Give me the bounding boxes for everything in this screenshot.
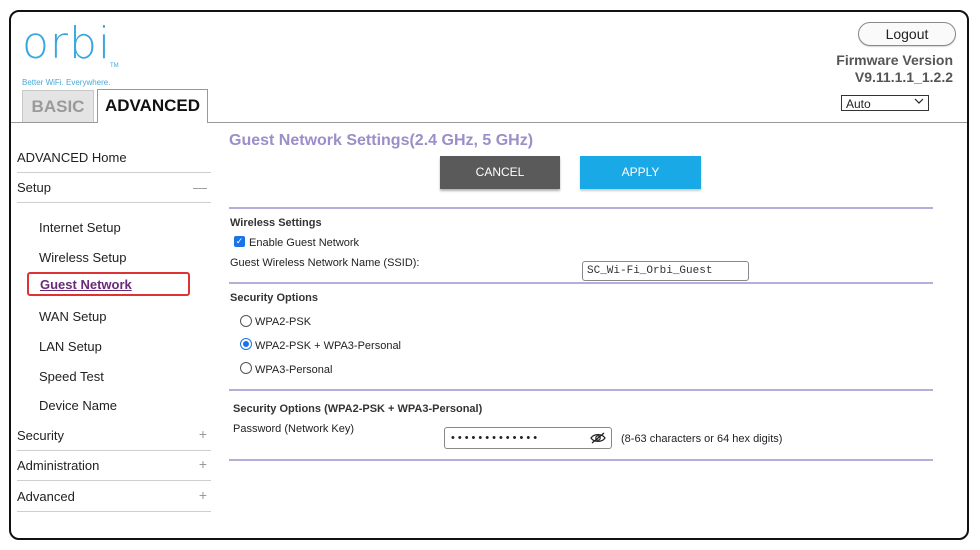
sidebar-item-administration[interactable]: Administration +: [17, 456, 211, 473]
radio-wpa2-psk-label: WPA2-PSK: [255, 316, 312, 328]
sidebar-item-administration-label: Administration: [17, 458, 100, 473]
sidebar-divider: [17, 511, 211, 512]
sidebar-item-security-label: Security: [17, 428, 64, 443]
section-divider: [229, 282, 933, 284]
sidebar-item-wireless-setup[interactable]: Wireless Setup: [39, 250, 126, 265]
sidebar-item-advanced-home[interactable]: ADVANCED Home: [17, 150, 211, 165]
sidebar-item-guest-network[interactable]: Guest Network: [27, 272, 190, 296]
sidebar-item-speed-test[interactable]: Speed Test: [39, 369, 104, 384]
plus-icon[interactable]: +: [199, 426, 207, 442]
sidebar-item-wan-setup[interactable]: WAN Setup: [39, 309, 106, 324]
plus-icon[interactable]: +: [199, 456, 207, 472]
radio-wpa3-personal[interactable]: [240, 362, 252, 374]
cancel-button[interactable]: CANCEL: [440, 156, 560, 189]
router-admin-window: orbi TM Better WiFi. Everywhere. Logout …: [9, 10, 969, 540]
section-divider: [229, 389, 933, 391]
sidebar-divider: [17, 202, 211, 203]
radio-wpa3-personal-label: WPA3-Personal: [255, 364, 333, 376]
section-divider: [229, 207, 933, 209]
tab-basic[interactable]: BASIC: [22, 90, 94, 122]
sidebar-item-advanced[interactable]: Advanced +: [17, 487, 211, 504]
ssid-label: Guest Wireless Network Name (SSID):: [230, 257, 420, 269]
firmware-info: Firmware Version V9.11.1.1_1.2.2: [836, 52, 953, 86]
sidebar-item-advanced-label: Advanced: [17, 489, 75, 504]
logo-tagline: Better WiFi. Everywhere.: [22, 78, 111, 87]
security-options-heading: Security Options: [230, 292, 319, 304]
radio-wpa2-wpa3[interactable]: [240, 338, 252, 350]
orbi-logo: orbi TM Better WiFi. Everywhere.: [22, 18, 119, 88]
firmware-label: Firmware Version: [836, 52, 953, 68]
sidebar-item-internet-setup[interactable]: Internet Setup: [39, 220, 121, 235]
language-selected-value: Auto: [846, 97, 871, 111]
tab-advanced[interactable]: ADVANCED: [97, 89, 208, 123]
sidebar-divider: [17, 450, 211, 451]
sidebar-item-security[interactable]: Security +: [17, 426, 211, 443]
sidebar-divider: [17, 172, 211, 173]
sidebar-item-setup-label: Setup: [17, 180, 51, 195]
enable-guest-label: Enable Guest Network: [249, 237, 360, 249]
firmware-version: V9.11.1.1_1.2.2: [854, 69, 953, 85]
sidebar-divider: [17, 480, 211, 481]
enable-guest-checkbox[interactable]: ✓: [234, 236, 245, 247]
radio-wpa2-wpa3-label: WPA2-PSK + WPA3-Personal: [255, 340, 402, 352]
wireless-settings-heading: Wireless Settings: [230, 217, 322, 229]
logout-button[interactable]: Logout: [858, 22, 956, 46]
sidebar-item-lan-setup[interactable]: LAN Setup: [39, 339, 102, 354]
eye-slash-icon[interactable]: [590, 431, 606, 445]
logo-trademark: TM: [110, 63, 119, 69]
password-hint: (8-63 characters or 64 hex digits): [621, 433, 783, 445]
language-select[interactable]: Auto: [841, 95, 929, 111]
chevron-down-icon: [914, 96, 924, 112]
sidebar-item-device-name[interactable]: Device Name: [39, 398, 117, 413]
sidebar-item-guest-network-label: Guest Network: [40, 277, 132, 292]
page-title: Guest Network Settings(2.4 GHz, 5 GHz): [229, 132, 534, 149]
password-label: Password (Network Key): [233, 423, 355, 435]
security-detail-heading: Security Options (WPA2-PSK + WPA3-Person…: [233, 403, 483, 415]
logo-wordmark: orbi: [22, 18, 112, 69]
sidebar-item-setup[interactable]: Setup —: [17, 179, 211, 195]
plus-icon[interactable]: +: [199, 487, 207, 503]
apply-button[interactable]: APPLY: [580, 156, 701, 189]
section-divider: [229, 459, 933, 461]
radio-wpa2-psk[interactable]: [240, 315, 252, 327]
minus-icon[interactable]: —: [193, 179, 207, 195]
password-value: •••••••••••••: [451, 432, 541, 444]
password-input[interactable]: •••••••••••••: [444, 427, 612, 449]
ssid-input[interactable]: SC_Wi-Fi_Orbi_Guest: [582, 261, 749, 281]
